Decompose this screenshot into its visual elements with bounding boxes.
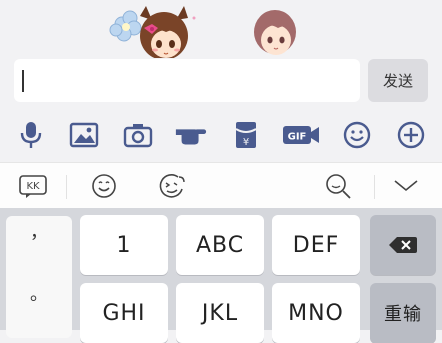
ime-logo-icon[interactable]: KK (18, 171, 50, 201)
text-caret (22, 70, 24, 92)
key-1[interactable]: 1 (80, 215, 168, 275)
message-input[interactable] (14, 59, 360, 102)
boy-sticker[interactable] (250, 6, 300, 58)
ime-divider (374, 175, 375, 199)
camera-icon[interactable] (121, 118, 155, 152)
emoji-face-icon[interactable] (156, 171, 188, 201)
poke-icon[interactable] (174, 118, 208, 152)
emoji-icon[interactable] (340, 118, 374, 152)
reinput-key[interactable]: 重输 (370, 283, 436, 343)
backspace-icon (389, 237, 417, 253)
key-abc[interactable]: ABC (176, 215, 264, 275)
punctuation-comma[interactable]: ， (6, 218, 72, 244)
smiley-icon[interactable] (88, 171, 120, 201)
keyboard: ， 。 1 ABC DEF GHI JKL MNO 重输 (0, 208, 442, 343)
chat-toolbar: ¥ GIF (0, 108, 442, 162)
key-ghi[interactable]: GHI (80, 283, 168, 343)
collapse-icon[interactable] (390, 171, 422, 201)
delete-key[interactable] (370, 215, 436, 275)
cat-girl-sticker[interactable] (108, 6, 200, 60)
key-jkl[interactable]: JKL (176, 283, 264, 343)
key-mno[interactable]: MNO (272, 283, 360, 343)
punctuation-period[interactable]: 。 (6, 280, 72, 306)
ime-divider (66, 175, 67, 199)
svg-text:¥: ¥ (243, 137, 249, 148)
ime-top-bar: KK (0, 162, 442, 208)
microphone-icon[interactable] (14, 118, 48, 152)
gif-label: GIF (288, 132, 307, 143)
key-def[interactable]: DEF (272, 215, 360, 275)
message-input-row: 发送 (0, 58, 442, 108)
plus-icon[interactable] (394, 118, 428, 152)
ime-logo-label: KK (26, 181, 40, 192)
punctuation-column[interactable]: ， 。 (6, 216, 72, 338)
search-icon[interactable] (322, 171, 354, 201)
send-button[interactable]: 发送 (368, 59, 428, 102)
gif-icon[interactable]: GIF (282, 118, 320, 152)
image-icon[interactable] (67, 118, 101, 152)
sticker-strip (0, 0, 442, 60)
red-packet-icon[interactable]: ¥ (229, 118, 263, 152)
